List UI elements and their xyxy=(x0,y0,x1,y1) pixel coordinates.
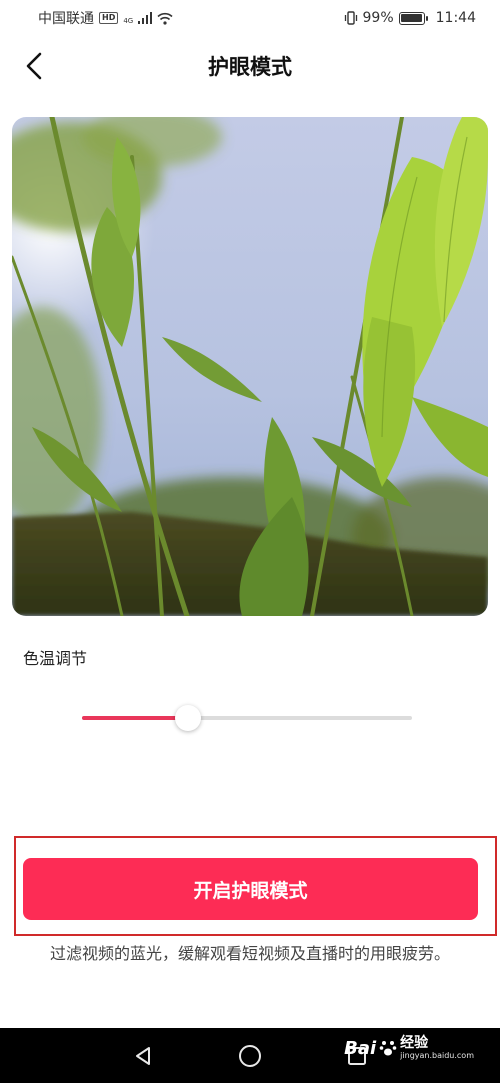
color-temperature-slider[interactable] xyxy=(82,700,412,740)
nav-home-button[interactable] xyxy=(230,1036,270,1076)
watermark-text: 经验 jingyan.baidu.com xyxy=(400,1036,474,1060)
status-bar: 中国联通 HD 4G 99% 11:44 xyxy=(0,0,500,36)
battery-icon xyxy=(398,11,428,25)
preview-image xyxy=(12,117,488,616)
vibrate-icon xyxy=(344,11,357,25)
signal-icon xyxy=(138,12,153,24)
watermark-url: jingyan.baidu.com xyxy=(400,1051,474,1060)
battery-percent: 99% xyxy=(362,10,394,26)
page-title: 护眼模式 xyxy=(208,55,292,79)
slider-thumb[interactable] xyxy=(174,705,201,731)
slider-fill xyxy=(82,716,188,720)
watermark-logo: Bai xyxy=(344,1037,377,1059)
status-right: 99% 11:44 xyxy=(344,10,476,26)
battery-level xyxy=(401,14,422,22)
back-button[interactable] xyxy=(18,50,50,82)
slider-track xyxy=(82,716,412,720)
clock: 11:44 xyxy=(435,10,476,26)
back-triangle-icon xyxy=(136,1046,151,1065)
chevron-left-icon xyxy=(26,52,42,80)
color-temperature-label: 色温调节 xyxy=(23,649,88,668)
carrier-name: 中国联通 xyxy=(38,11,94,27)
header: 护眼模式 xyxy=(0,40,500,92)
hd-badge: HD xyxy=(99,12,119,24)
baidu-jingyan-watermark: Bai 经验 jingyan.baidu.com xyxy=(344,1036,474,1060)
home-circle-icon xyxy=(238,1044,261,1067)
network-type: 4G xyxy=(123,17,134,25)
watermark-title: 经验 xyxy=(400,1035,429,1051)
status-left: 中国联通 HD 4G xyxy=(38,8,173,28)
wifi-icon xyxy=(157,12,173,25)
nav-back-button[interactable] xyxy=(123,1036,163,1076)
bamboo-photo xyxy=(12,117,488,616)
enable-eye-protection-button[interactable]: 开启护眼模式 xyxy=(23,858,478,920)
description-text: 过滤视频的蓝光，缓解观看短视频及直播时的用眼疲劳。 xyxy=(49,944,450,963)
paw-icon xyxy=(379,1041,397,1056)
